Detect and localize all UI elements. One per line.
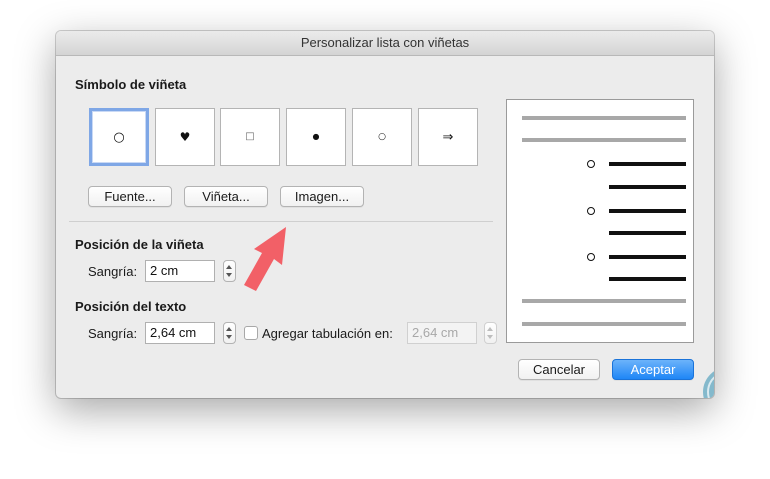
bullet-option-3[interactable]: □ (220, 108, 280, 166)
preview-text-line (522, 138, 686, 142)
pointer-arrow-icon (244, 227, 286, 291)
preview-item-line (609, 255, 686, 259)
preview-item-line (609, 277, 686, 281)
bullet-option-glyph: ○ (113, 129, 125, 145)
bullet-indent-label: Sangría: (88, 264, 138, 279)
font-button[interactable]: Fuente... (88, 186, 172, 207)
bullet-option-glyph: ⇒ (442, 129, 454, 145)
image-button[interactable]: Imagen... (280, 186, 364, 207)
window-title: Personalizar lista con viñetas (300, 35, 470, 50)
stepper-up-icon (226, 327, 232, 331)
bullet-option-glyph: □ (245, 131, 255, 142)
text-indent-input[interactable]: 2,64 cm (145, 322, 215, 344)
bullet-option-6[interactable]: ⇒ (418, 108, 478, 166)
add-tab-label: Agregar tabulación en: (262, 326, 393, 341)
text-indent-label: Sangría: (88, 326, 138, 341)
add-tab-checkbox[interactable] (244, 326, 258, 340)
logo-icon (703, 371, 714, 398)
preview-text-line (522, 299, 686, 303)
preview-item-line (609, 231, 686, 235)
bullet-option-1[interactable]: ○ (89, 108, 149, 166)
tab-position-stepper[interactable] (484, 322, 497, 344)
bullet-indent-input[interactable]: 2 cm (145, 260, 215, 282)
preview-item-line (609, 162, 686, 166)
preview-item-line (609, 209, 686, 213)
text-indent-stepper[interactable] (223, 322, 236, 344)
bullet-option-5[interactable]: ○ (352, 108, 412, 166)
customize-bullet-list-dialog: Personalizar lista con viñetas Símbolo d… (56, 31, 714, 398)
preview-bullet (587, 207, 595, 215)
preview-text-line (522, 116, 686, 120)
bullet-symbol-section-title: Símbolo de viñeta (75, 77, 187, 92)
bullet-option-glyph: ♥ (179, 130, 191, 144)
accept-button[interactable]: Aceptar (612, 359, 694, 380)
stepper-down-icon (487, 335, 493, 339)
preview-bullet (587, 253, 595, 261)
bullet-option-glyph: ● (312, 132, 320, 141)
tab-position-input[interactable]: 2,64 cm (407, 322, 477, 344)
stepper-up-icon (487, 327, 493, 331)
preview-item-line (609, 185, 686, 189)
bullet-option-2[interactable]: ♥ (155, 108, 215, 166)
stepper-down-icon (226, 335, 232, 339)
bullet-position-section-title: Posición de la viñeta (75, 237, 204, 252)
text-position-section-title: Posición del texto (75, 299, 187, 314)
bullet-button[interactable]: Viñeta... (184, 186, 268, 207)
window-titlebar: Personalizar lista con viñetas (56, 31, 714, 56)
preview-text-line (522, 322, 686, 326)
bullet-option-glyph: ○ (378, 131, 386, 142)
bullet-option-4[interactable]: ● (286, 108, 346, 166)
cancel-button[interactable]: Cancelar (518, 359, 600, 380)
stepper-down-icon (226, 273, 232, 277)
stepper-up-icon (226, 265, 232, 269)
section-divider (69, 221, 493, 222)
list-preview (506, 99, 694, 343)
preview-bullet (587, 160, 595, 168)
